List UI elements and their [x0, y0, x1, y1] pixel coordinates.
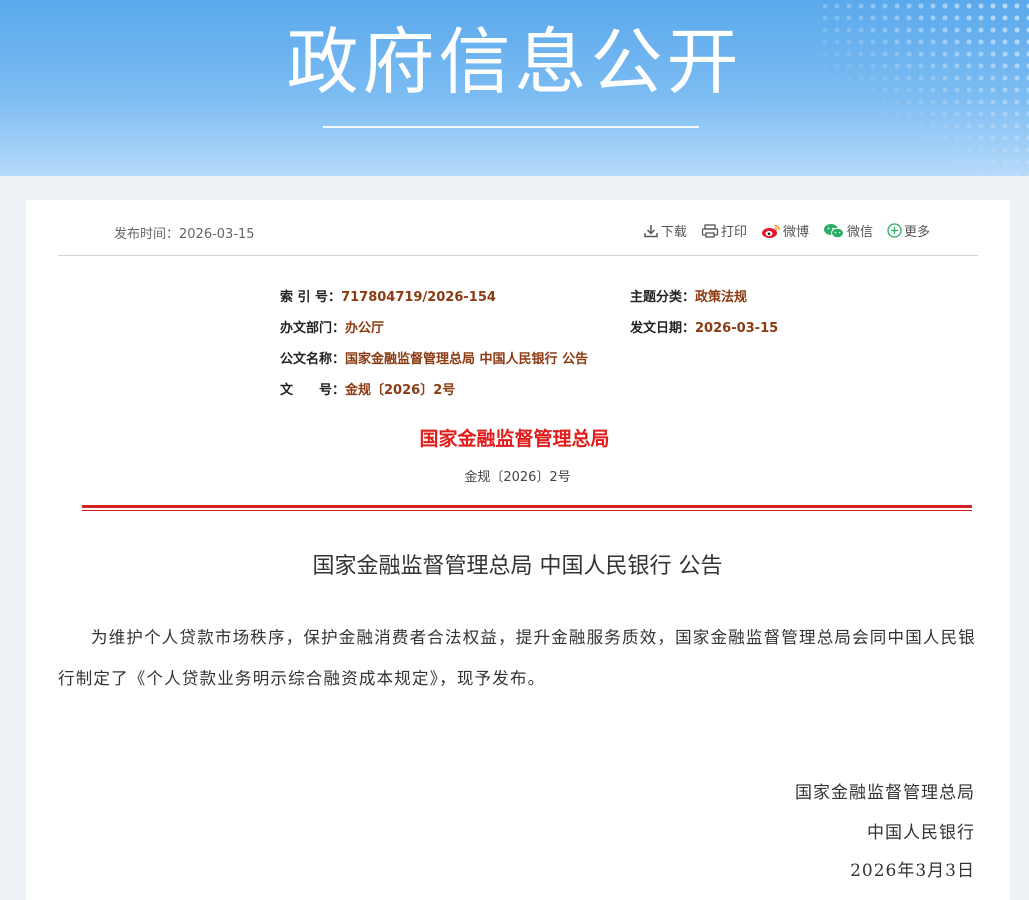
signature-org-2: 中国人民银行: [867, 823, 975, 843]
info-label: 办文部门：: [280, 321, 346, 336]
signature-org-1: 国家金融监督管理总局: [795, 783, 975, 803]
weibo-share-button[interactable]: 微博: [761, 221, 809, 240]
download-icon: [644, 224, 658, 237]
document-body: 为维护个人贷款市场秩序，保护金融消费者合法权益，提升金融服务质效，国家金融监督管…: [58, 628, 976, 688]
wechat-icon: [823, 223, 844, 238]
banner: 政府信息公开: [0, 0, 1029, 176]
print-label: 打印: [720, 225, 747, 240]
info-label: 发文日期：: [630, 321, 696, 336]
info-value: 国家金融监督管理总局 中国人民银行 公告: [345, 352, 589, 367]
info-value: 政策法规: [695, 290, 748, 305]
banner-title: 政府信息公开: [286, 20, 743, 104]
info-department: 办文部门：办公厅: [280, 317, 384, 337]
info-document-number: 文 号：金规〔2026〕2号: [280, 379, 455, 399]
signature-date: 2026年3月3日: [850, 861, 975, 881]
info-label: 索 引 号：: [280, 290, 342, 305]
print-icon: [701, 223, 719, 238]
info-label: 文 号：: [280, 383, 346, 398]
red-header-thin-line: [82, 510, 972, 511]
download-button[interactable]: 下载: [643, 221, 687, 240]
issuing-organization: 国家金融监督管理总局: [419, 428, 610, 450]
info-value: 717804719/2026-154: [341, 290, 496, 305]
info-value: 2026-03-15: [695, 321, 779, 336]
info-document-name: 公文名称：国家金融监督管理总局 中国人民银行 公告: [280, 348, 588, 368]
download-label: 下载: [660, 225, 687, 240]
document-title: 国家金融监督管理总局 中国人民银行 公告: [312, 554, 723, 579]
more-label: 更多: [903, 225, 930, 240]
info-index-number: 索 引 号：717804719/2026-154: [280, 286, 496, 306]
weibo-label: 微博: [782, 225, 809, 240]
info-value: 办公厅: [345, 321, 385, 336]
info-issue-date: 发文日期：2026-03-15: [630, 317, 778, 337]
document-number: 金规〔2026〕2号: [464, 470, 571, 485]
wechat-label: 微信: [846, 225, 873, 240]
share-toolbar: 下载 打印 微博 微信 更多: [629, 221, 930, 240]
info-label: 公文名称：: [280, 352, 346, 367]
red-header-line: [82, 505, 972, 508]
publish-time: 发布时间：2026-03-15: [114, 227, 255, 242]
wechat-share-button[interactable]: 微信: [823, 221, 873, 240]
info-category: 主题分类：政策法规: [630, 286, 747, 306]
banner-divider: [323, 126, 699, 128]
more-share-button[interactable]: 更多: [887, 221, 930, 240]
print-button[interactable]: 打印: [701, 221, 747, 240]
info-label: 主题分类：: [630, 290, 696, 305]
meta-bar: 发布时间：2026-03-15 下载 打印 微博 微信 更多: [58, 216, 978, 256]
info-value: 金规〔2026〕2号: [345, 383, 456, 398]
plus-circle-icon: [887, 223, 902, 238]
weibo-icon: [761, 224, 780, 238]
